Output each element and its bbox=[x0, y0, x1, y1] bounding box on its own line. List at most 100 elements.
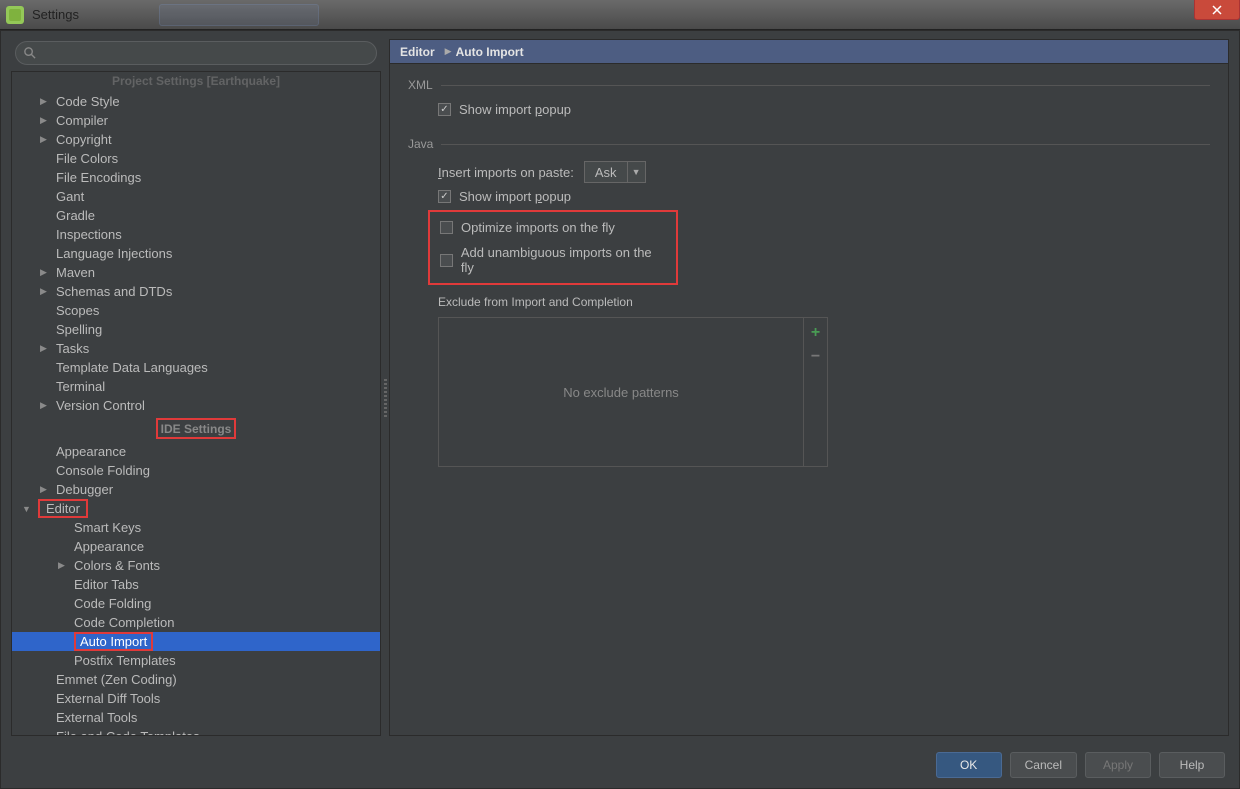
sidebar-item-smart-keys[interactable]: Smart Keys bbox=[12, 518, 380, 537]
search-icon bbox=[23, 46, 36, 59]
sidebar-item-label: Editor Tabs bbox=[74, 577, 139, 592]
chevron-down-icon: ▼ bbox=[627, 162, 645, 182]
chevron-right-icon: ▶ bbox=[58, 560, 70, 571]
sidebar-item-debugger[interactable]: ▶Debugger bbox=[12, 480, 380, 499]
sidebar-item-file-and-code-templates[interactable]: File and Code Templates bbox=[12, 727, 380, 736]
sidebar-item-label: Code Folding bbox=[74, 596, 151, 611]
chevron-right-icon: ▶ bbox=[445, 46, 452, 57]
sidebar-item-label: Scopes bbox=[56, 303, 99, 318]
sidebar-item-template-data-languages[interactable]: Template Data Languages bbox=[12, 358, 380, 377]
dialog-window: Project Settings [Earthquake] ▶ Code Styl… bbox=[0, 30, 1240, 789]
breadcrumb: Editor ▶ Auto Import bbox=[390, 40, 1228, 64]
sidebar-item-label: File and Code Templates bbox=[56, 729, 200, 736]
sidebar-item-appearance[interactable]: Appearance bbox=[12, 442, 380, 461]
java-show-popup-row: Show import popup bbox=[438, 189, 1210, 204]
dialog-content: Project Settings [Earthquake] ▶ Code Styl… bbox=[11, 39, 1229, 736]
close-button[interactable] bbox=[1194, 0, 1240, 20]
sidebar-item-label: Inspections bbox=[56, 227, 122, 242]
xml-show-popup-checkbox[interactable] bbox=[438, 103, 451, 116]
unambiguous-imports-checkbox[interactable] bbox=[440, 254, 453, 267]
chevron-right-icon: ▶ bbox=[40, 96, 52, 107]
ok-button[interactable]: OK bbox=[936, 752, 1002, 778]
sidebar-item-label: Language Injections bbox=[56, 246, 172, 261]
group-java: Java bbox=[408, 137, 1210, 151]
settings-detail-pane: Editor ▶ Auto Import XML Show import pop… bbox=[389, 39, 1229, 736]
breadcrumb-root[interactable]: Editor bbox=[400, 45, 435, 59]
add-icon[interactable]: + bbox=[811, 324, 820, 342]
cancel-button[interactable]: Cancel bbox=[1010, 752, 1077, 778]
unambiguous-imports-row: Add unambiguous imports on the fly bbox=[440, 245, 666, 275]
sidebar-item-external-diff-tools[interactable]: External Diff Tools bbox=[12, 689, 380, 708]
apply-button: Apply bbox=[1085, 752, 1151, 778]
sidebar-item-label: External Tools bbox=[56, 710, 137, 725]
sidebar-item-terminal[interactable]: Terminal bbox=[12, 377, 380, 396]
sidebar-item-spelling[interactable]: Spelling bbox=[12, 320, 380, 339]
sidebar-item-label: Terminal bbox=[56, 379, 105, 394]
settings-panel: XML Show import popup Java Insert import… bbox=[390, 64, 1228, 735]
sidebar-item-external-tools[interactable]: External Tools bbox=[12, 708, 380, 727]
sidebar-item-console-folding[interactable]: Console Folding bbox=[12, 461, 380, 480]
xml-show-popup-label: Show import popup bbox=[459, 102, 571, 117]
window-title: Settings bbox=[32, 7, 79, 22]
chevron-right-icon: ▶ bbox=[40, 115, 52, 126]
sidebar-item-schemas-and-dtds[interactable]: ▶Schemas and DTDs bbox=[12, 282, 380, 301]
chevron-right-icon: ▶ bbox=[40, 134, 52, 145]
sidebar-item-postfix-templates[interactable]: Postfix Templates bbox=[12, 651, 380, 670]
sidebar-item-label: Schemas and DTDs bbox=[56, 284, 172, 299]
sidebar-item-label: File Colors bbox=[56, 151, 118, 166]
exclude-label: Exclude from Import and Completion bbox=[438, 295, 1210, 309]
sidebar-item-gradle[interactable]: Gradle bbox=[12, 206, 380, 225]
sidebar-item-appearance[interactable]: Appearance bbox=[12, 537, 380, 556]
sidebar-item-file-encodings[interactable]: File Encodings bbox=[12, 168, 380, 187]
sidebar-item-label: Appearance bbox=[56, 444, 126, 459]
chevron-right-icon: ▶ bbox=[40, 484, 52, 495]
exclude-toolbar: + − bbox=[803, 318, 827, 466]
splitter[interactable] bbox=[381, 39, 389, 736]
app-icon bbox=[6, 6, 24, 24]
sidebar-item-compiler[interactable]: ▶Compiler bbox=[12, 111, 380, 130]
sidebar-item-label: Copyright bbox=[56, 132, 112, 147]
sidebar-item-label: Spelling bbox=[56, 322, 102, 337]
sidebar-item-inspections[interactable]: Inspections bbox=[12, 225, 380, 244]
chevron-right-icon: ▶ bbox=[40, 343, 52, 354]
sidebar-item-colors-fonts[interactable]: ▶Colors & Fonts bbox=[12, 556, 380, 575]
breadcrumb-leaf: Auto Import bbox=[456, 45, 524, 59]
dialog-button-bar: OK Cancel Apply Help bbox=[936, 752, 1225, 778]
sidebar-item-label: Gant bbox=[56, 189, 84, 204]
sidebar-item-label: Template Data Languages bbox=[56, 360, 208, 375]
sidebar-item-auto-import[interactable]: Auto Import bbox=[12, 632, 380, 651]
java-show-popup-checkbox[interactable] bbox=[438, 190, 451, 203]
sidebar-item-code-style[interactable]: ▶ Code Style bbox=[12, 92, 380, 111]
section-ide-settings: IDE Settings bbox=[156, 418, 237, 439]
insert-on-paste-row: Insert imports on paste: Ask ▼ bbox=[438, 161, 1210, 183]
sidebar-item-editor-tabs[interactable]: Editor Tabs bbox=[12, 575, 380, 594]
settings-tree[interactable]: Project Settings [Earthquake] ▶ Code Styl… bbox=[11, 71, 381, 736]
optimize-imports-label: Optimize imports on the fly bbox=[461, 220, 615, 235]
sidebar-item-editor[interactable]: ▼ Editor bbox=[11, 499, 380, 518]
sidebar-item-gant[interactable]: Gant bbox=[12, 187, 380, 206]
sidebar-item-label: Code Style bbox=[56, 94, 120, 109]
group-xml: XML bbox=[408, 78, 1210, 92]
search-input[interactable] bbox=[15, 41, 377, 65]
sidebar-item-version-control[interactable]: ▶Version Control bbox=[12, 396, 380, 415]
sidebar-item-emmet-zen-coding-[interactable]: Emmet (Zen Coding) bbox=[12, 670, 380, 689]
sidebar-item-label: Emmet (Zen Coding) bbox=[56, 672, 177, 687]
sidebar-item-language-injections[interactable]: Language Injections bbox=[12, 244, 380, 263]
sidebar-item-scopes[interactable]: Scopes bbox=[12, 301, 380, 320]
chevron-right-icon: ▶ bbox=[40, 267, 52, 278]
sidebar-item-file-colors[interactable]: File Colors bbox=[12, 149, 380, 168]
sidebar-item-copyright[interactable]: ▶ Copyright bbox=[12, 130, 380, 149]
insert-on-paste-select[interactable]: Ask ▼ bbox=[584, 161, 646, 183]
chevron-right-icon: ▶ bbox=[40, 400, 52, 411]
sidebar-item-code-completion[interactable]: Code Completion bbox=[12, 613, 380, 632]
optimize-imports-checkbox[interactable] bbox=[440, 221, 453, 234]
optimize-imports-row: Optimize imports on the fly bbox=[440, 220, 666, 235]
sidebar-item-label: File Encodings bbox=[56, 170, 141, 185]
sidebar-item-label: External Diff Tools bbox=[56, 691, 160, 706]
sidebar-item-code-folding[interactable]: Code Folding bbox=[12, 594, 380, 613]
help-button[interactable]: Help bbox=[1159, 752, 1225, 778]
section-project-settings: Project Settings [Earthquake] bbox=[12, 71, 380, 92]
sidebar-item-maven[interactable]: ▶Maven bbox=[12, 263, 380, 282]
sidebar-item-tasks[interactable]: ▶Tasks bbox=[12, 339, 380, 358]
sidebar-item-label: Gradle bbox=[56, 208, 95, 223]
